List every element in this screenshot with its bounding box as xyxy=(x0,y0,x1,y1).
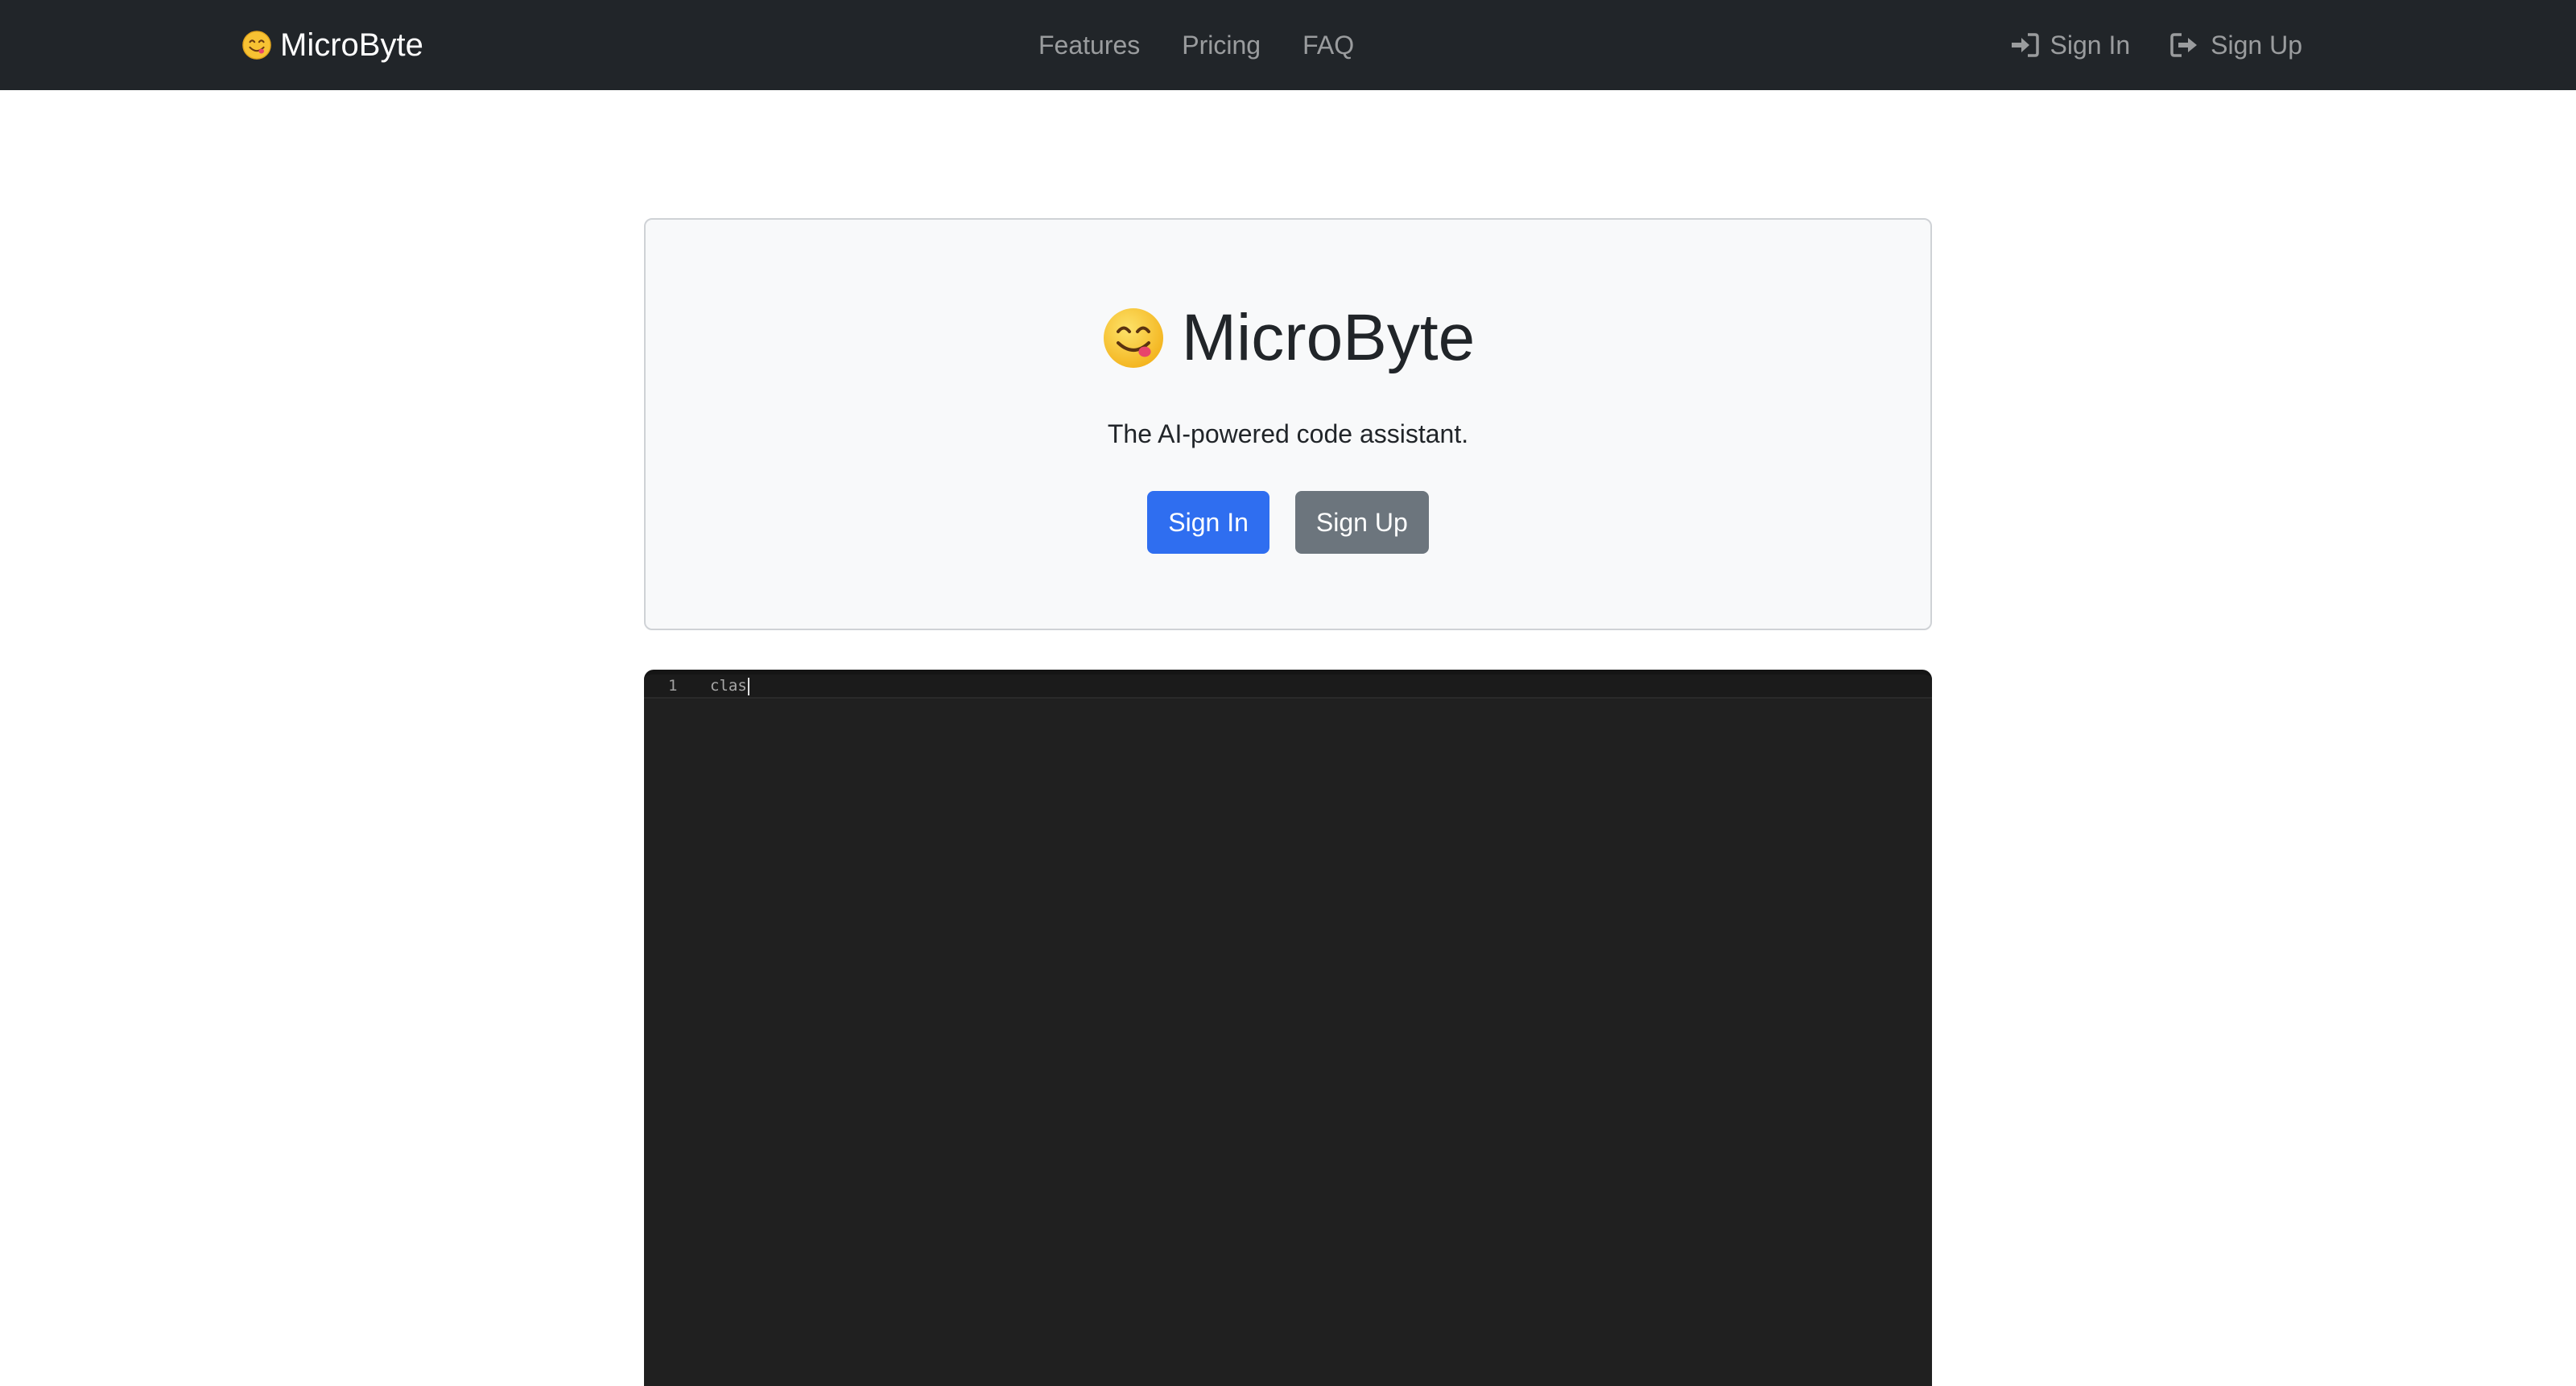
nav-auth-links: Sign In Sign Up xyxy=(2010,0,2302,90)
editor-line[interactable]: 1 clas xyxy=(644,674,1932,699)
nav-sign-in-label: Sign In xyxy=(2050,30,2131,60)
text-cursor xyxy=(747,677,749,695)
brand-label: MicroByte xyxy=(280,27,423,63)
nav-sign-up-label: Sign Up xyxy=(2211,30,2302,60)
line-code[interactable]: clas xyxy=(710,677,749,695)
nav-links: Features Pricing FAQ xyxy=(1038,0,1354,90)
hero-subtitle: The AI-powered code assistant. xyxy=(1107,419,1469,448)
smiling-face-emoji-icon xyxy=(242,31,271,60)
sign-out-icon xyxy=(2170,33,2198,57)
hero-card: MicroByte The AI-powered code assistant.… xyxy=(644,218,1932,630)
sign-up-button[interactable]: Sign Up xyxy=(1294,491,1429,554)
hero-title-text: MicroByte xyxy=(1181,301,1476,374)
brand-link[interactable]: MicroByte xyxy=(242,0,423,90)
line-code-text: clas xyxy=(710,677,747,695)
hero-buttons: Sign In Sign Up xyxy=(646,491,1930,554)
nav-sign-up-link[interactable]: Sign Up xyxy=(2170,31,2302,60)
line-number: 1 xyxy=(668,677,678,695)
sign-in-icon xyxy=(2011,33,2039,57)
hero-title: MicroByte xyxy=(646,300,1930,376)
nav-link-pricing[interactable]: Pricing xyxy=(1182,31,1261,60)
nav-sign-in-link[interactable]: Sign In xyxy=(2010,30,2131,60)
nav-link-faq[interactable]: FAQ xyxy=(1302,31,1354,60)
smiling-face-emoji-icon xyxy=(1103,308,1163,368)
code-editor[interactable]: 1 clas xyxy=(644,670,1932,1386)
top-navbar: MicroByte Features Pricing FAQ Sign In S… xyxy=(0,0,2576,90)
nav-link-features[interactable]: Features xyxy=(1038,31,1140,60)
sign-in-button[interactable]: Sign In xyxy=(1147,491,1269,554)
